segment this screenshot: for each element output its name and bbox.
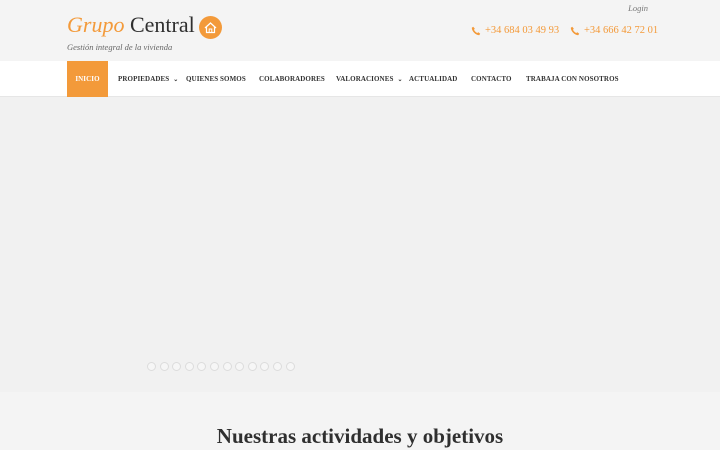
slider-dot[interactable]: [285, 362, 295, 371]
brand-tagline: Gestión integral de la vivienda: [67, 42, 173, 52]
nav-item-inicio[interactable]: INICIO: [67, 61, 108, 97]
phone-icon: [471, 26, 481, 35]
slider-dot[interactable]: [184, 362, 194, 371]
slider-dot[interactable]: [222, 362, 232, 371]
main-navigation: INICIO PROPIEDADES ⌄ QUIENES SOMOS COLAB…: [0, 61, 720, 97]
nav-item-propiedades[interactable]: PROPIEDADES ⌄: [118, 61, 178, 97]
nav-item-quienes-somos[interactable]: QUIENES SOMOS: [186, 61, 246, 97]
phone-number-1[interactable]: +34 684 03 49 93: [471, 25, 559, 36]
slider-dot[interactable]: [197, 362, 207, 371]
site-header: Grupo Central Gestión integral de la viv…: [0, 0, 720, 61]
nav-item-label: QUIENES SOMOS: [186, 75, 246, 83]
phone-number-text: +34 666 42 72 01: [584, 25, 659, 36]
nav-item-contacto[interactable]: CONTACTO: [471, 61, 512, 97]
nav-item-label: INICIO: [75, 75, 100, 83]
nav-item-actualidad[interactable]: ACTUALIDAD: [409, 61, 457, 97]
slider-dot[interactable]: [147, 362, 156, 371]
brand-word-2: Central: [129, 12, 195, 37]
slider-pagination: [147, 362, 298, 371]
slider-dot[interactable]: [272, 362, 282, 371]
chevron-down-icon: ⌄: [173, 76, 179, 83]
nav-item-label: COLABORADORES: [259, 75, 325, 83]
slider-dot[interactable]: [260, 362, 270, 371]
nav-item-label: VALORACIONES: [336, 75, 394, 83]
phone-number-text: +34 684 03 49 93: [485, 25, 560, 36]
nav-item-label: CONTACTO: [471, 75, 512, 83]
nav-item-valoraciones[interactable]: VALORACIONES ⌄: [336, 61, 403, 97]
nav-item-label: TRABAJA CON NOSOTROS: [526, 75, 619, 83]
nav-item-trabaja-con-nosotros[interactable]: TRABAJA CON NOSOTROS: [526, 61, 619, 97]
slider-dot[interactable]: [172, 362, 182, 371]
slider-dot[interactable]: [159, 362, 169, 371]
slider-dot[interactable]: [209, 362, 219, 371]
brand-word-1: Grupo: [67, 12, 125, 37]
house-icon: [199, 16, 222, 39]
hero-slider: [0, 97, 720, 392]
phone-icon: [570, 26, 580, 35]
nav-item-label: ACTUALIDAD: [409, 75, 458, 83]
brand-logo[interactable]: Grupo Central: [67, 12, 195, 38]
phone-number-2[interactable]: +34 666 42 72 01: [570, 25, 658, 36]
slider-dot[interactable]: [247, 362, 257, 371]
slider-dot[interactable]: [235, 362, 245, 371]
chevron-down-icon: ⌄: [397, 76, 403, 83]
section-title: Nuestras actividades y objetivos: [216, 424, 504, 448]
login-link[interactable]: Login: [628, 3, 648, 13]
nav-item-label: PROPIEDADES: [118, 75, 170, 83]
nav-item-colaboradores[interactable]: COLABORADORES: [259, 61, 325, 97]
